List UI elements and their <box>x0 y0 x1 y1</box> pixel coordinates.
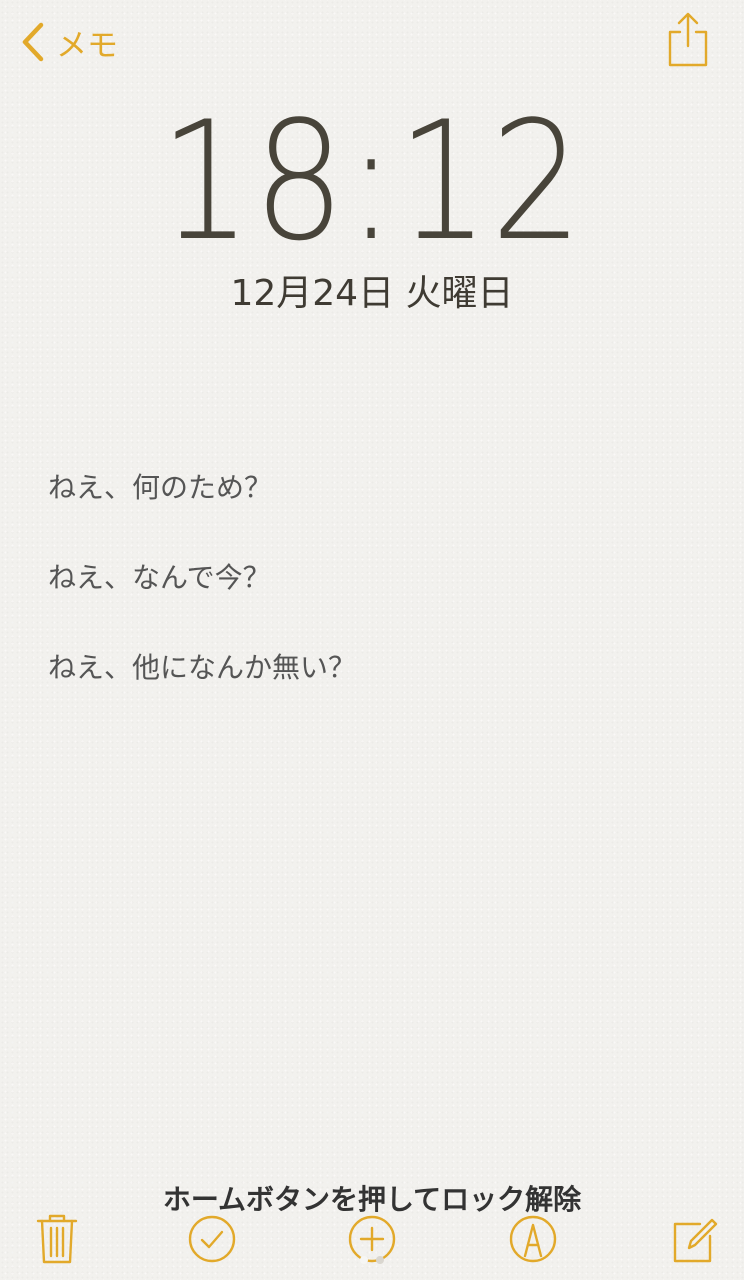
trash-icon <box>33 1212 81 1266</box>
page-dot <box>376 1256 384 1264</box>
lockscreen-date: 12月24日 火曜日 <box>230 273 514 314</box>
page-dot <box>360 1256 368 1264</box>
note-body[interactable]: ねえ、何のため？ ねえ、なんで今？ ねえ、他になんか無い？ <box>48 468 688 738</box>
compose-button[interactable] <box>670 1212 718 1266</box>
compose-icon <box>670 1212 718 1266</box>
lockscreen-time: 18:12 <box>159 86 585 277</box>
back-button-label: メモ <box>56 27 118 64</box>
share-icon <box>666 12 710 68</box>
note-line: ねえ、他になんか無い？ <box>48 651 357 684</box>
share-button[interactable] <box>666 12 710 68</box>
markup-button[interactable] <box>509 1212 557 1266</box>
chevron-left-icon <box>20 22 46 62</box>
note-line: ねえ、なんで今？ <box>48 561 271 594</box>
checklist-button[interactable] <box>188 1212 236 1266</box>
delete-button[interactable] <box>33 1212 81 1266</box>
page-indicator <box>340 1256 404 1266</box>
back-button[interactable]: メモ <box>20 18 118 66</box>
markup-pen-icon <box>509 1212 557 1266</box>
note-line: ねえ、何のため？ <box>48 471 273 504</box>
checkmark-circle-icon <box>188 1212 236 1266</box>
